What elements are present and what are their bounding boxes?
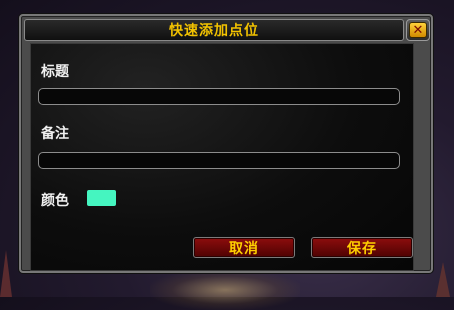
color-swatch[interactable] <box>87 190 116 206</box>
title-label: 标题 <box>41 64 69 80</box>
save-button[interactable]: 保存 <box>311 237 413 258</box>
background-spike-left <box>0 250 12 297</box>
close-button[interactable]: ✕ <box>406 19 430 41</box>
color-label: 颜色 <box>41 193 69 209</box>
close-icon: ✕ <box>409 22 427 38</box>
background-spike-right <box>436 262 450 297</box>
dialog-title: 快速添加点位 <box>169 23 259 39</box>
note-label: 备注 <box>41 126 69 142</box>
title-input[interactable] <box>38 88 400 105</box>
dialog-titlebar[interactable]: 快速添加点位 <box>24 19 404 41</box>
note-input[interactable] <box>38 152 400 169</box>
cancel-button[interactable]: 取消 <box>193 237 295 258</box>
background-glow <box>150 270 300 310</box>
